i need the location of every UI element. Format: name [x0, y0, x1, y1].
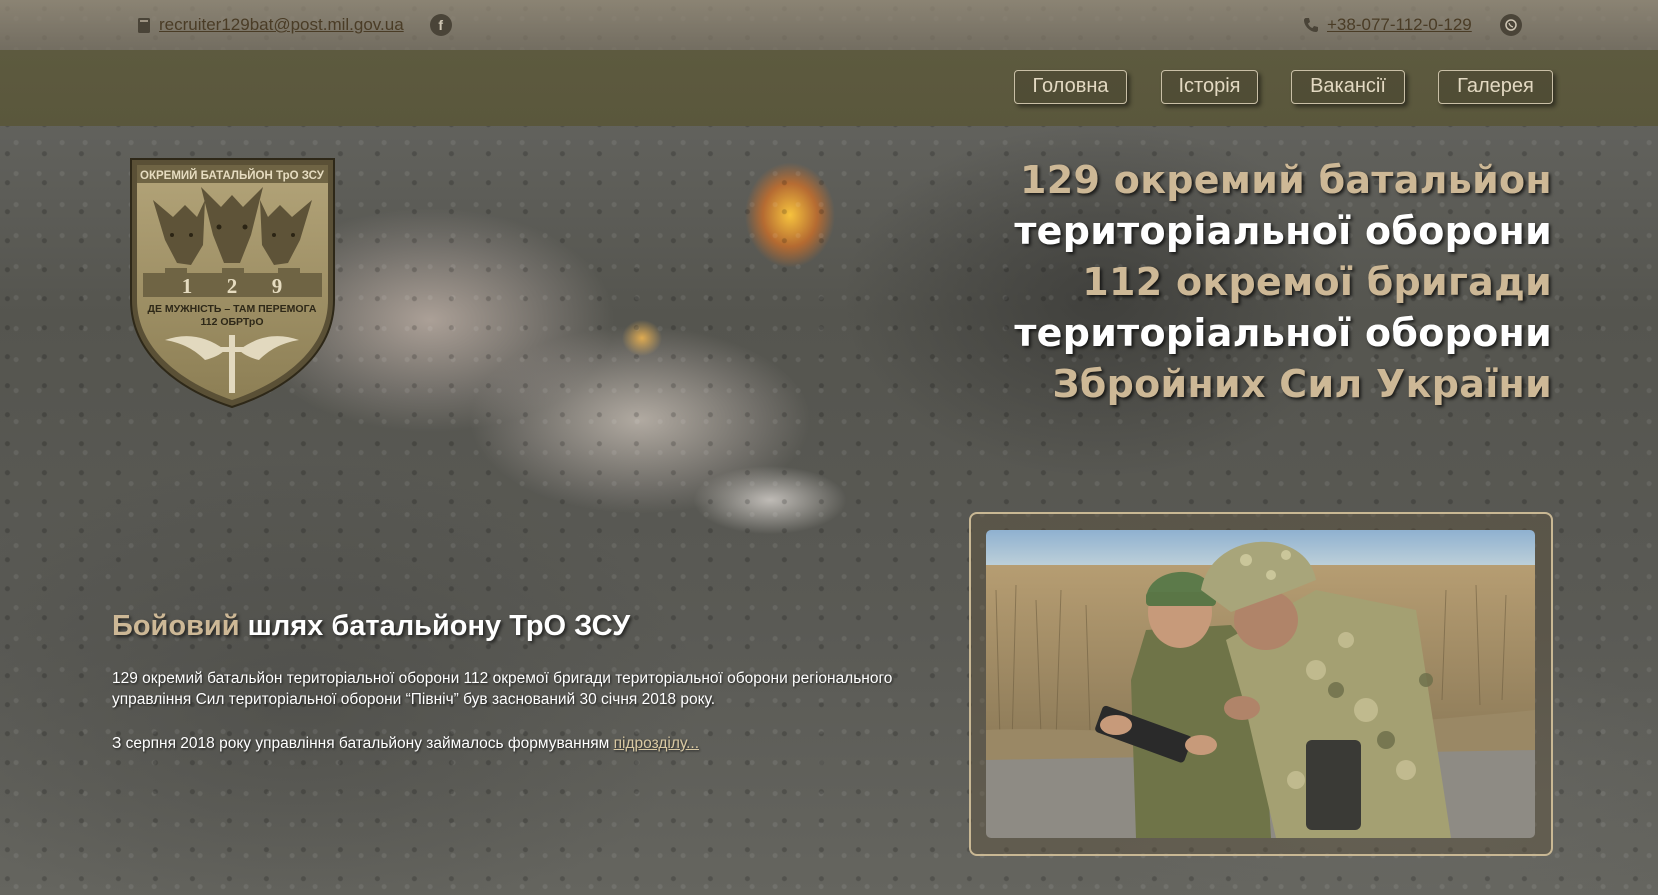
read-more-link[interactable]: підрозділу... [614, 735, 699, 752]
book-icon [138, 17, 150, 33]
soldiers-photo [986, 530, 1535, 838]
whatsapp-icon[interactable] [1499, 14, 1522, 36]
history-paragraph-1: 129 окремий батальйон територіальної обо… [112, 670, 893, 708]
emblem-digit-2: 2 [227, 274, 238, 298]
headline-line-5: Збройних Сил України [1052, 362, 1552, 406]
battalion-emblem: ОКРЕМИЙ БАТАЛЬЙОН ТрО ЗСУ 1 2 9 ДЕ МУЖНІ… [130, 158, 335, 409]
phone-icon [1304, 18, 1318, 32]
section-title-accent: Бойовий [112, 610, 240, 642]
headline-line-2: територіальної оборони [1014, 209, 1552, 253]
nav-history[interactable]: Історія [1161, 70, 1258, 104]
hero-headline: 129 окремий батальйон територіальної обо… [1014, 155, 1552, 410]
emblem-top-text: ОКРЕМИЙ БАТАЛЬЙОН ТрО ЗСУ [140, 169, 325, 182]
nav-gallery[interactable]: Галерея [1438, 70, 1553, 104]
headline-line-3: 112 окремої бригади [1082, 260, 1552, 304]
contact-bar: recruiter129bat@post.mil.gov.ua f +38-07… [0, 0, 1658, 50]
section-title-rest: шлях батальйону ТрО ЗСУ [239, 610, 631, 642]
phone-link[interactable]: +38-077-112-0-129 [1327, 15, 1472, 35]
headline-line-4: територіальної оборони [1014, 311, 1552, 355]
history-paragraph-2-text: З серпня 2018 року управління батальйону… [112, 735, 614, 752]
emblem-motto: ДЕ МУЖНІСТЬ – ТАМ ПЕРЕМОГА [148, 303, 317, 315]
nav-vacancies[interactable]: Вакансії [1291, 70, 1405, 104]
email-link[interactable]: recruiter129bat@post.mil.gov.ua [159, 15, 404, 35]
facebook-icon[interactable]: f [429, 14, 452, 36]
emblem-unit: 112 ОБРТрО [200, 316, 263, 328]
history-paragraph-2: З серпня 2018 року управління батальйону… [112, 733, 902, 754]
headline-line-1: 129 окремий батальйон [1020, 158, 1552, 202]
nav-home[interactable]: Головна [1014, 70, 1127, 104]
emblem-digit-3: 9 [272, 274, 283, 298]
emblem-digit-1: 1 [182, 274, 193, 298]
section-title: Бойовий шлях батальйону ТрО ЗСУ [112, 610, 630, 643]
phone-contact: +38-077-112-0-129 [1303, 14, 1522, 36]
main-nav: Головна Історія Вакансії Галерея [0, 50, 1658, 126]
email-contact: recruiter129bat@post.mil.gov.ua f [137, 14, 452, 36]
